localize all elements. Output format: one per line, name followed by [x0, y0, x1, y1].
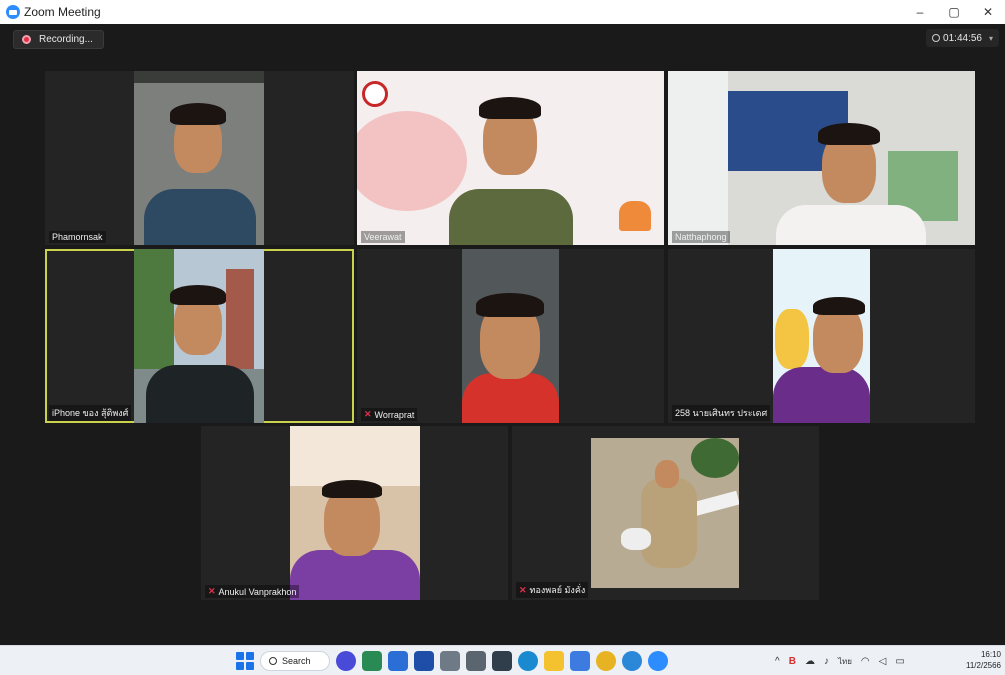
microphone-icon[interactable]: ♪ [824, 656, 829, 667]
system-tray: ^ B ☁ ♪ ไทย ◠ ◁ ▭ [775, 650, 905, 672]
chevron-up-icon[interactable]: ^ [775, 656, 780, 667]
taskbar-search[interactable]: Search [260, 651, 330, 671]
participant-tile-active-speaker[interactable]: iPhone ของ สุ้ติพงศ์ [45, 249, 354, 423]
input-language[interactable]: ไทย [838, 655, 852, 668]
clock-date: 11/2/2566 [966, 661, 1001, 670]
participant-name: 258 นายเศินทร ประเดศ [672, 405, 771, 421]
participant-tile[interactable]: ✕ Anukul Vanprakhon [201, 426, 508, 600]
taskbar-clock[interactable]: 16:10 11/2/2566 [966, 649, 1001, 671]
edge-browser-icon[interactable] [518, 651, 538, 671]
chevron-down-icon: ▾ [988, 33, 993, 43]
minimize-button[interactable]: – [903, 0, 937, 24]
zoom-app-icon[interactable] [648, 651, 668, 671]
participant-tile[interactable]: ✕ Worraprat [357, 249, 664, 423]
windows-taskbar: Search ^ B ☁ ♪ ไทย ◠ ◁ ▭ 16:10 11/2/2566 [0, 645, 1005, 675]
recording-indicator[interactable]: Recording... [13, 30, 104, 49]
participant-video [591, 438, 739, 588]
meet-app-icon[interactable] [336, 651, 356, 671]
mic-muted-icon: ✕ [364, 409, 372, 419]
notes-app-icon[interactable] [492, 651, 512, 671]
app-icon[interactable] [570, 651, 590, 671]
participant-video [134, 249, 264, 423]
mail-app-icon[interactable] [414, 651, 434, 671]
participant-name: ✕ Anukul Vanprakhon [205, 585, 300, 598]
zoom-window: Zoom Meeting – ▢ ✕ Recording... 01:44:56… [0, 0, 1005, 675]
tool-app-icon[interactable] [466, 651, 486, 671]
mic-muted-icon: ✕ [208, 586, 216, 596]
chrome-browser-icon[interactable] [596, 651, 616, 671]
window-controls: – ▢ ✕ [903, 0, 1005, 24]
file-explorer-icon[interactable] [544, 651, 564, 671]
participant-name: Veerawat [361, 231, 405, 243]
participant-tile[interactable]: Veerawat [357, 71, 664, 245]
photos-app-icon[interactable] [362, 651, 382, 671]
camera-app-icon[interactable] [440, 651, 460, 671]
participant-video [462, 249, 559, 423]
store-app-icon[interactable] [388, 651, 408, 671]
participant-video [357, 71, 664, 245]
recording-label: Recording... [39, 34, 93, 45]
title-bar: Zoom Meeting – ▢ ✕ [0, 0, 1005, 24]
tray-app-icon[interactable]: B [789, 656, 796, 667]
participant-video [773, 249, 870, 423]
window-title: Zoom Meeting [24, 5, 101, 19]
participant-name: ✕ ทองพลย์ มังคั่ง [516, 582, 589, 598]
wifi-icon[interactable]: ◠ [861, 656, 870, 667]
participant-name: Phamornsak [49, 231, 106, 243]
participant-tile[interactable]: Natthaphong [668, 71, 975, 245]
battery-icon[interactable]: ▭ [895, 656, 904, 667]
maximize-button[interactable]: ▢ [937, 0, 971, 24]
recording-dot-icon [22, 35, 31, 44]
timer-value: 01:44:56 [943, 32, 982, 44]
participant-video [134, 71, 264, 245]
windows-start-icon[interactable] [236, 652, 254, 670]
search-icon [269, 657, 277, 665]
mic-muted-icon: ✕ [519, 584, 527, 595]
participant-video [668, 71, 975, 245]
clock-time: 16:10 [980, 650, 1001, 659]
participant-name: ✕ Worraprat [361, 408, 418, 421]
meeting-timer[interactable]: 01:44:56 ▾ [926, 29, 999, 47]
tray-cloud-icon[interactable]: ☁ [805, 656, 815, 667]
participant-tile[interactable]: 258 นายเศินทร ประเดศ [668, 249, 975, 423]
search-label: Search [282, 656, 311, 666]
participant-tile[interactable]: ✕ ทองพลย์ มังคั่ง [512, 426, 819, 600]
volume-icon[interactable]: ◁ [879, 656, 887, 667]
participant-tile[interactable]: Phamornsak [45, 71, 354, 245]
browser-icon[interactable] [622, 651, 642, 671]
zoom-logo-icon [6, 5, 20, 19]
participant-video [290, 426, 420, 600]
taskbar-apps: Search [236, 650, 668, 672]
participant-name: iPhone ของ สุ้ติพงศ์ [49, 405, 132, 421]
participant-name: Natthaphong [672, 231, 730, 243]
close-button[interactable]: ✕ [971, 0, 1005, 24]
clock-icon [932, 34, 941, 42]
